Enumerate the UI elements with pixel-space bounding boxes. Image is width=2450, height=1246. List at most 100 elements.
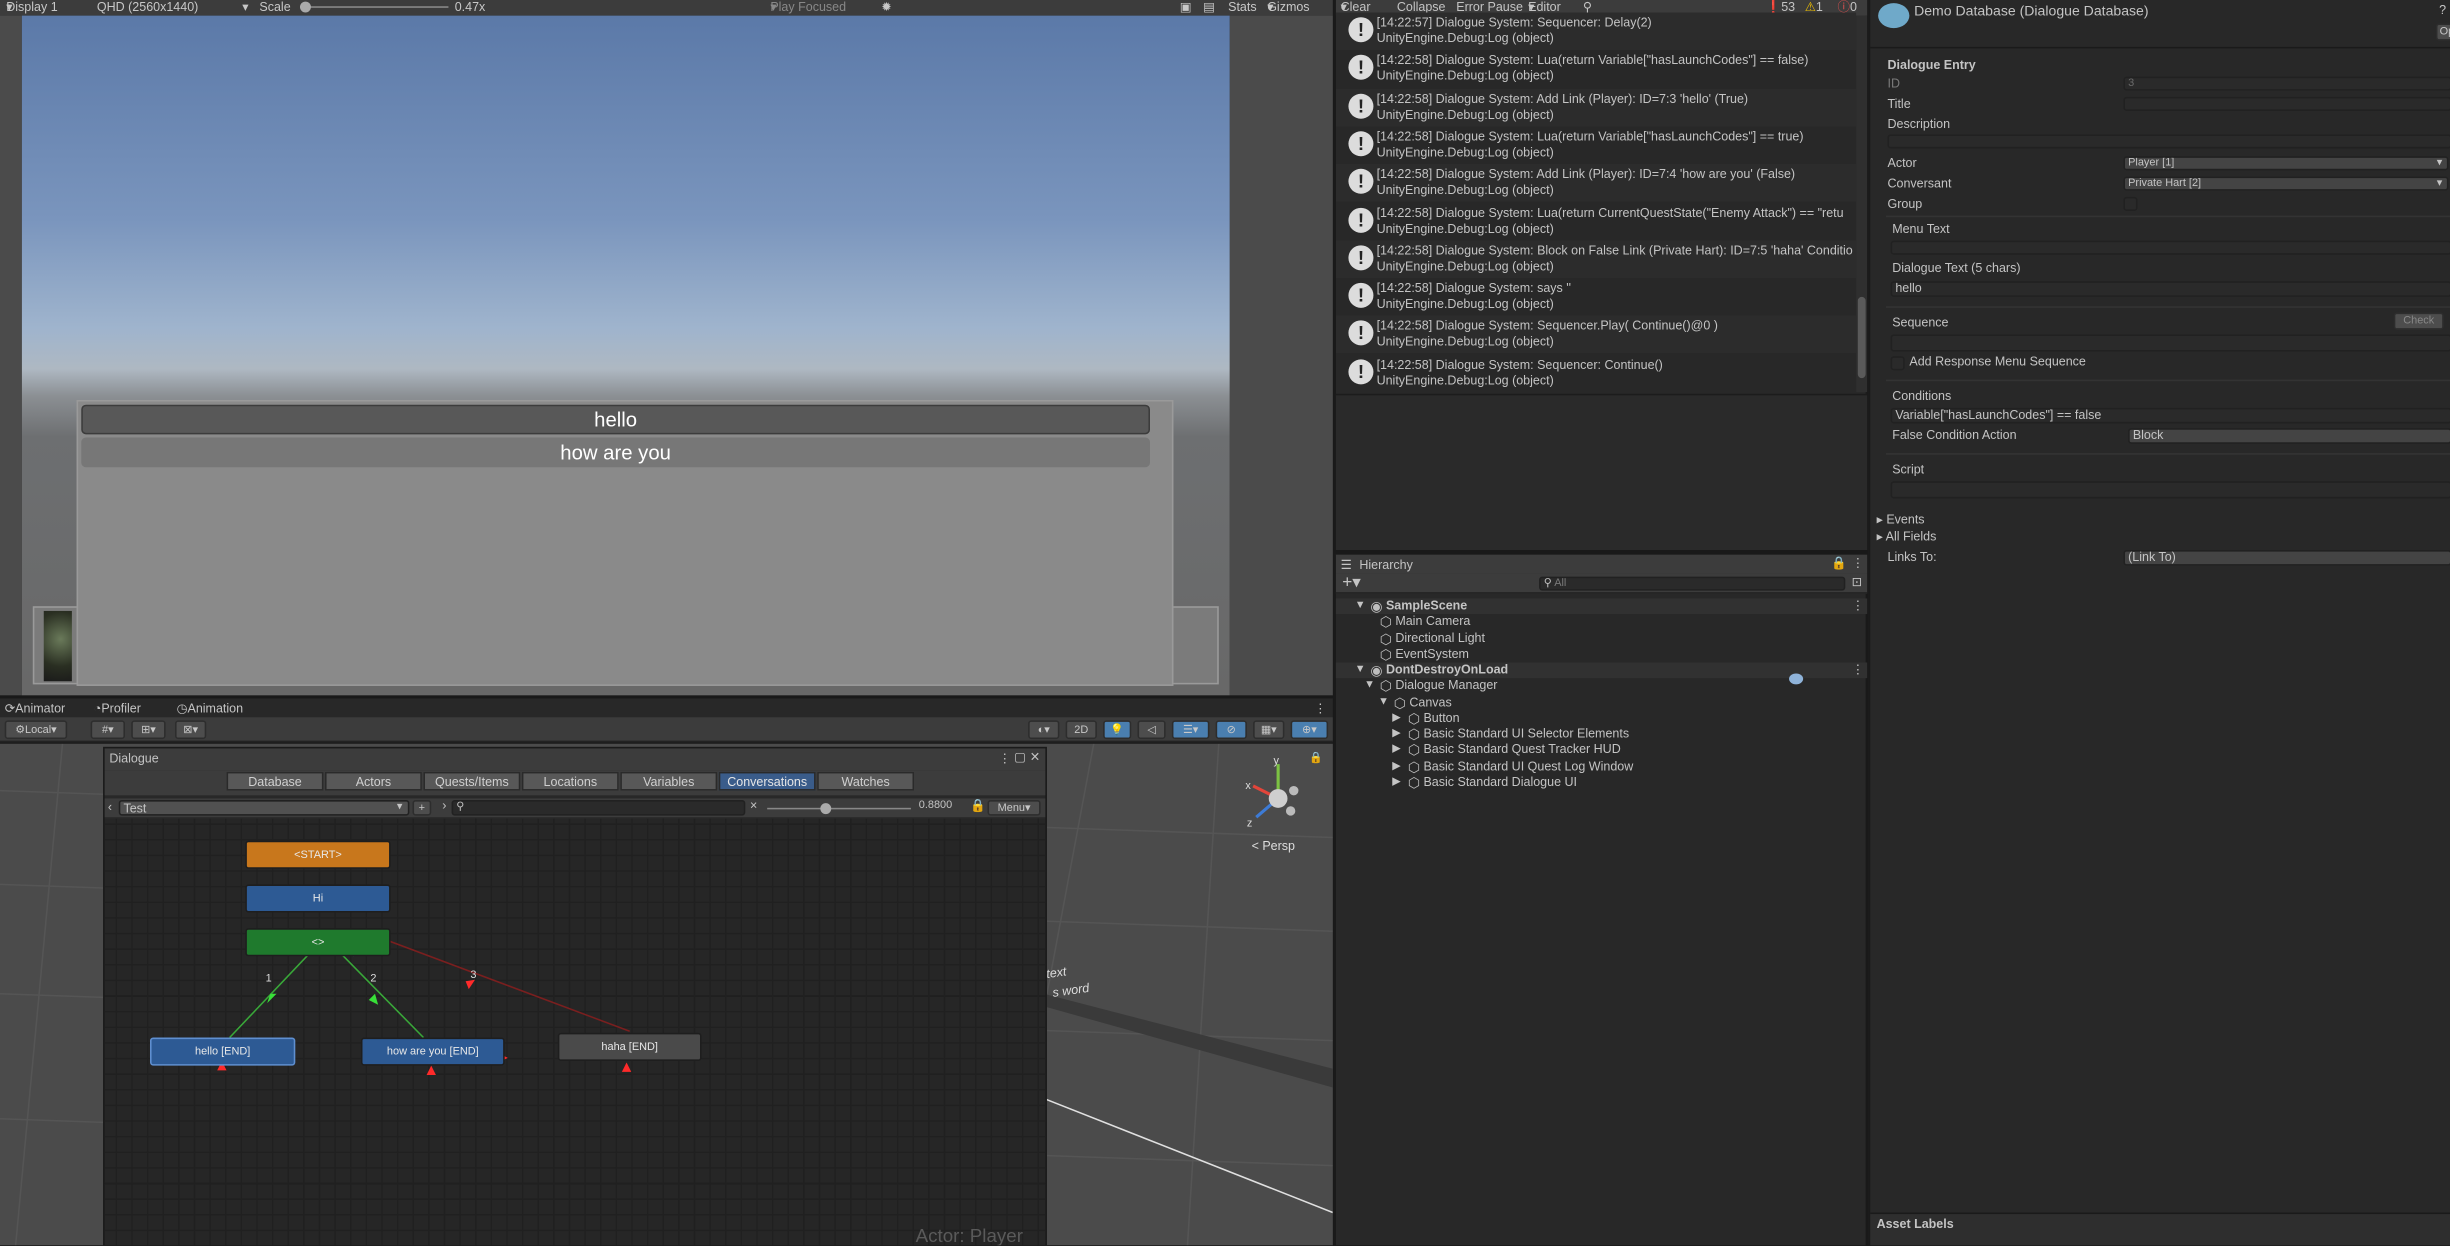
tab-actors[interactable]: Actors (325, 771, 422, 791)
all-fields-foldout[interactable]: ▸ All Fields (1877, 530, 1937, 546)
foldout-arrow-icon[interactable]: ▶ (1392, 743, 1400, 759)
more-options-icon[interactable]: ⋮ (1314, 698, 1327, 718)
more-options-icon[interactable]: ⋮ (1852, 556, 1865, 570)
foldout-arrow-icon[interactable]: ▼ (1355, 663, 1366, 679)
response-button-how-are-you[interactable]: how are you (81, 437, 1150, 468)
check-button[interactable]: Check (2393, 312, 2444, 330)
tab-animator[interactable]: ⟳ Animator (5, 698, 65, 718)
stats-button[interactable]: Stats (1228, 0, 1256, 16)
console-log-list[interactable]: ! [14:22:57] Dialogue System: Sequencer: … (1335, 12, 1857, 394)
camera-icon[interactable]: ▦▾ (1253, 720, 1285, 740)
hierarchy-item[interactable]: ⬡ EventSystem (1336, 646, 1867, 662)
scale-slider[interactable] (300, 6, 449, 8)
lighting-icon[interactable]: 💡 (1103, 720, 1132, 740)
node-graph-canvas[interactable]: <START> Hi <> hello [END] how are you [E… (104, 818, 1046, 1246)
node-haha-end[interactable]: haha [END] (557, 1032, 702, 1061)
scale-slider-handle[interactable] (300, 1, 311, 13)
false-condition-action-dropdown[interactable]: Block (2128, 428, 2450, 444)
hierarchy-item[interactable]: ▼ ⬡ Dialogue Manager (1336, 679, 1867, 695)
hierarchy-item[interactable]: ▶ ⬡ Basic Standard UI Selector Elements (1336, 727, 1867, 743)
group-checkbox[interactable] (2123, 196, 2138, 211)
mute-audio-icon[interactable]: ✹ (881, 0, 891, 16)
maximize-icon[interactable]: ▢ (1014, 750, 1026, 764)
zoom-slider[interactable] (767, 807, 911, 810)
lock-icon[interactable]: 🔒 (970, 798, 986, 812)
foldout-arrow-icon[interactable]: ▶ (1392, 711, 1400, 727)
menu-text-field[interactable] (1890, 240, 2450, 255)
tab-database[interactable]: Database (226, 771, 324, 791)
log-entry[interactable]: ! [14:22:58] Dialogue System: Add Link (P… (1335, 88, 1857, 126)
node-group[interactable]: <> (245, 928, 391, 957)
foldout-arrow-icon[interactable]: ▶ (1392, 759, 1400, 775)
mode-2d-button[interactable]: 2D (1065, 720, 1097, 740)
open-button[interactable]: Op (2435, 23, 2450, 41)
dialogue-text-field[interactable]: hello (1890, 281, 2450, 297)
conversation-dropdown[interactable]: Test (118, 800, 410, 816)
hierarchy-scene-row[interactable]: ▼ ◉ SampleScene ⋮ (1335, 598, 1868, 615)
hierarchy-search-input[interactable]: ⚲ All (1539, 576, 1846, 591)
hierarchy-item[interactable]: ▼ ⬡ Canvas (1336, 695, 1867, 711)
lock-icon[interactable]: 🔒 (1831, 556, 1847, 570)
tab-watches[interactable]: Watches (817, 771, 915, 791)
node-hi[interactable]: Hi (245, 884, 391, 913)
more-options-icon[interactable]: ⋮ (1852, 663, 1865, 679)
audio-icon[interactable]: ◁ (1137, 720, 1166, 740)
gizmos-icon[interactable]: ⊕▾ (1290, 720, 1329, 740)
console-scrollbar[interactable] (1856, 15, 1868, 393)
snap-increment-button[interactable]: ⊞▾ (131, 720, 166, 740)
foldout-arrow-icon[interactable]: ▼ (1364, 679, 1375, 695)
response-button-hello[interactable]: hello (81, 404, 1150, 435)
stats-icon[interactable]: ▤ (1203, 0, 1215, 16)
vsync-icon[interactable]: ▣ (1180, 0, 1192, 16)
display-dropdown[interactable]: Display 1 ▾ (6, 0, 57, 16)
actor-dropdown[interactable]: Player [1] ▾ (2123, 156, 2449, 171)
links-to-dropdown[interactable]: (Link To) (2123, 550, 2450, 566)
persp-label[interactable]: < Persp (1252, 839, 1295, 853)
hierarchy-item[interactable]: ▶ ⬡ Basic Standard Dialogue UI (1336, 775, 1867, 791)
grid-snap-button[interactable]: #▾ (90, 720, 125, 740)
log-entry[interactable]: ! [14:22:58] Dialogue System: says '' Unit… (1335, 278, 1857, 316)
log-entry[interactable]: ! [14:22:58] Dialogue System: Lua(return … (1335, 202, 1857, 240)
hidden-objects-icon[interactable]: ⊘ (1215, 720, 1247, 740)
node-how-are-you-end[interactable]: how are you [END] (360, 1037, 505, 1066)
foldout-arrow-icon[interactable]: ▶ (1392, 775, 1400, 791)
log-entry[interactable]: ! [14:22:58] Dialogue System: Add Link (P… (1335, 164, 1857, 202)
hierarchy-item[interactable]: ▶ ⬡ Basic Standard UI Quest Log Window (1336, 759, 1867, 775)
node-hello-end[interactable]: hello [END] (150, 1037, 296, 1066)
hierarchy-item[interactable]: ⬡ Directional Light (1336, 630, 1867, 646)
lock-icon[interactable]: 🔒 (1309, 752, 1323, 764)
play-focused-dropdown[interactable]: Play Focused ▾ (770, 0, 846, 16)
orientation-gizmo[interactable]: y x z (1244, 752, 1310, 833)
description-field[interactable] (1887, 134, 2450, 149)
sequence-field[interactable] (1890, 334, 2450, 352)
foldout-arrow-icon[interactable]: ▶ (1392, 727, 1400, 743)
node-start[interactable]: <START> (245, 840, 391, 869)
hierarchy-scene-row[interactable]: ▼ ◉ DontDestroyOnLoad ⋮ (1335, 662, 1868, 679)
resolution-chevron-icon[interactable]: ▾ (242, 0, 248, 16)
draw-mode-button[interactable]: ◐▾ (1028, 720, 1060, 740)
events-foldout[interactable]: ▸ Events (1877, 513, 1925, 529)
conditions-field[interactable]: Variable["hasLaunchCodes"] == false (1890, 407, 2450, 424)
conversant-dropdown[interactable]: Private Hart [2] ▾ (2123, 176, 2449, 191)
menu-dropdown[interactable]: Menu ▾ (987, 800, 1041, 816)
foldout-arrow-icon[interactable]: ▼ (1378, 695, 1389, 711)
game-view[interactable]: hello how are you (21, 15, 1230, 696)
hierarchy-item[interactable]: ▶ ⬡ Basic Standard Quest Tracker HUD (1336, 743, 1867, 759)
title-field[interactable] (2123, 96, 2450, 111)
clear-search-icon[interactable]: × (750, 798, 757, 812)
hierarchy-title[interactable]: Hierarchy (1359, 558, 1412, 572)
add-response-menu-sequence-checkbox[interactable] (1890, 356, 1905, 371)
more-options-icon[interactable]: ⋮ (998, 752, 1011, 766)
hierarchy-item[interactable]: ▶ ⬡ Button (1336, 711, 1867, 727)
log-entry[interactable]: ! [14:22:58] Dialogue System: Sequencer: … (1335, 354, 1857, 392)
script-field[interactable] (1890, 481, 2450, 499)
pivot-dropdown[interactable]: ⚙ Local ▾ (4, 720, 68, 740)
tab-profiler[interactable]: ◔ Profiler (94, 698, 141, 718)
tab-conversations[interactable]: Conversations (718, 771, 816, 791)
gizmos-button[interactable]: Gizmos ▾ (1267, 0, 1309, 16)
console-scrollbar-thumb[interactable] (1857, 296, 1866, 379)
zoom-slider-handle[interactable] (820, 803, 832, 815)
dropdown-chevron-icon[interactable]: ▾ (397, 800, 402, 813)
forward-arrow-icon[interactable]: › (442, 798, 446, 812)
log-entry[interactable]: ! [14:22:58] Dialogue System: Sequencer.P… (1335, 316, 1857, 354)
